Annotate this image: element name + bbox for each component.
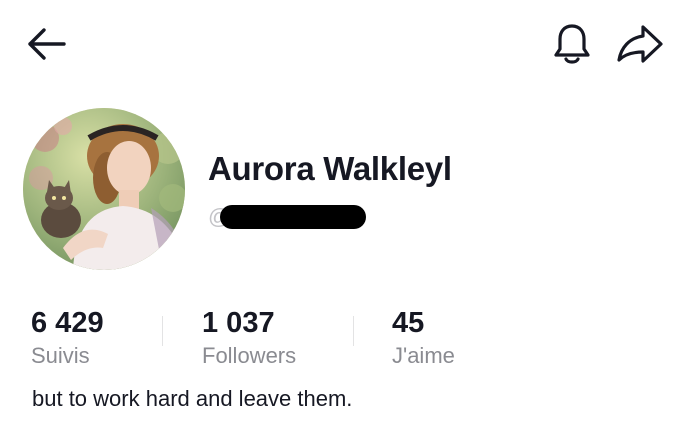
stat-following[interactable]: 6 429 Suivis xyxy=(31,306,104,371)
notification-bell-button[interactable] xyxy=(548,20,596,68)
profile-bio: but to work hard and leave them. xyxy=(32,386,353,411)
profile-portrait-image xyxy=(23,108,185,270)
stat-followers[interactable]: 1 037 Followers xyxy=(202,306,296,371)
share-arrow-icon xyxy=(617,25,663,63)
username-container: @i xyxy=(208,198,368,234)
bell-icon xyxy=(554,24,590,64)
following-label: Suivis xyxy=(31,343,90,368)
stat-likes[interactable]: 45 J'aime xyxy=(392,306,455,371)
username-redaction-bar xyxy=(220,205,366,229)
likes-count: 45 xyxy=(392,307,425,339)
display-name: Aurora Walkleyl xyxy=(208,150,452,187)
stat-divider xyxy=(162,316,163,346)
avatar[interactable] xyxy=(23,108,185,270)
followers-label: Followers xyxy=(202,343,297,368)
likes-label: J'aime xyxy=(392,343,455,368)
stat-divider xyxy=(353,316,354,346)
followers-count: 1 037 xyxy=(202,307,275,339)
following-count: 6 429 xyxy=(31,307,104,339)
back-button[interactable] xyxy=(22,22,70,66)
arrow-left-icon xyxy=(28,28,66,60)
share-button[interactable] xyxy=(612,18,668,70)
